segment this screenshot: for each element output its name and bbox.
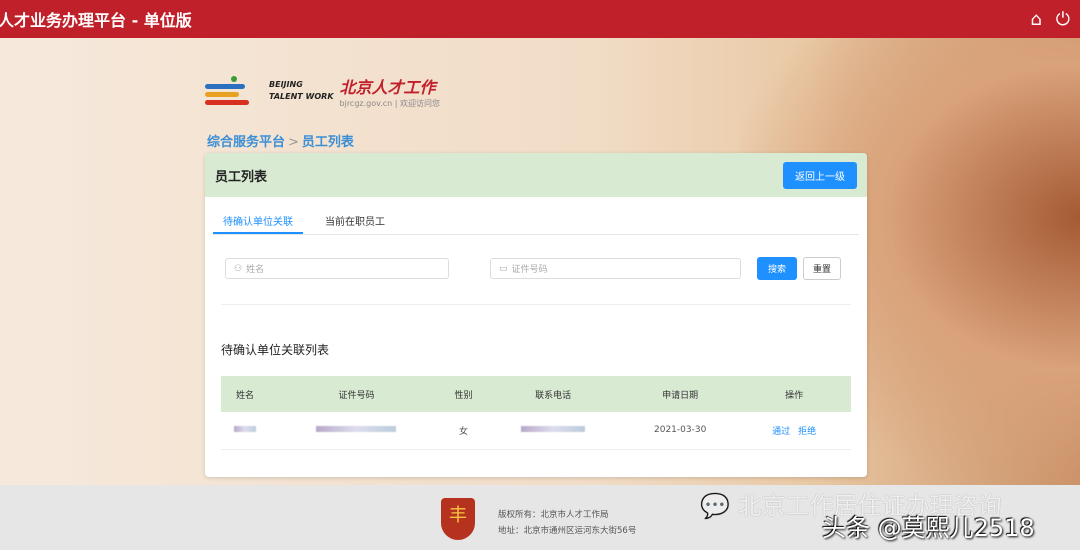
col-date: 申请日期 (623, 376, 738, 412)
tab-current-employees[interactable]: 当前在职员工 (315, 205, 395, 234)
name-placeholder: 姓名 (246, 265, 265, 275)
app-title: 人才业务办理平台 - 单位版 (0, 11, 192, 30)
breadcrumb-root[interactable]: 综合服务平台 (207, 135, 285, 150)
breadcrumb-separator: > (288, 135, 299, 150)
user-icon: ⚇ (234, 263, 243, 274)
copyright-text: 版权所有：北京市人才工作局 (498, 510, 609, 520)
logo-mark-icon (205, 72, 263, 110)
page-title: 员工列表 (215, 169, 268, 185)
divider (221, 304, 851, 305)
logo-cn: 北京人才工作 (339, 77, 436, 97)
list-title: 待确认单位关联列表 (221, 343, 330, 357)
reject-link[interactable]: 拒绝 (798, 427, 816, 437)
breadcrumb: 综合服务平台 > 员工列表 (207, 131, 354, 150)
redacted-id (316, 426, 397, 433)
emblem-icon: 丰 (441, 498, 475, 540)
home-icon[interactable]: ⌂ (1030, 9, 1041, 30)
logo-en-2: TALENT WORK (269, 92, 334, 101)
col-gender: 性别 (443, 376, 484, 412)
table-row: 女 2021-03-30 通过 拒绝 (221, 412, 851, 450)
logo: BEIJING TALENT WORK 北京人才工作 bjrcgz.gov.cn… (205, 72, 440, 110)
redacted-name (234, 426, 257, 433)
logo-en-1: BEIJING (269, 80, 303, 89)
logo-url: bjrcgz.gov.cn | 欢迎访问您 (339, 98, 441, 108)
col-phone: 联系电话 (483, 376, 624, 412)
date-cell: 2021-03-30 (623, 412, 738, 450)
watermark-toutiao: 头条 @莫熙儿2518 (822, 514, 1035, 542)
approve-link[interactable]: 通过 (772, 427, 790, 437)
address-text: 地址：北京市通州区运河东大街56号 (498, 526, 637, 536)
name-input[interactable]: ⚇ 姓名 (225, 258, 449, 279)
power-icon[interactable]: ⏻ (1056, 9, 1070, 30)
col-actions: 操作 (737, 376, 851, 412)
reset-button[interactable]: 重置 (803, 257, 842, 280)
col-id: 证件号码 (269, 376, 444, 412)
pending-table: 姓名 证件号码 性别 联系电话 申请日期 操作 女 2021-03-30 通过拒… (221, 376, 851, 450)
top-bar: 人才业务办理平台 - 单位版 ⌂ ⏻ (0, 0, 1080, 38)
id-card-icon: ▭ (499, 263, 508, 274)
id-placeholder: 证件号码 (511, 265, 548, 275)
tab-pending[interactable]: 待确认单位关联 (213, 205, 303, 234)
back-button[interactable]: 返回上一级 (783, 161, 857, 189)
breadcrumb-current: 员工列表 (301, 135, 354, 150)
id-number-input[interactable]: ▭ 证件号码 (490, 258, 741, 279)
search-button[interactable]: 搜索 (757, 257, 798, 280)
gender-cell: 女 (443, 412, 484, 450)
col-name: 姓名 (221, 376, 270, 412)
wechat-icon: 💬 (700, 492, 730, 520)
redacted-phone (521, 426, 586, 433)
employee-panel: 员工列表 返回上一级 待确认单位关联 当前在职员工 ⚇ 姓名 ▭ 证件号码 搜索 重… (205, 153, 867, 477)
